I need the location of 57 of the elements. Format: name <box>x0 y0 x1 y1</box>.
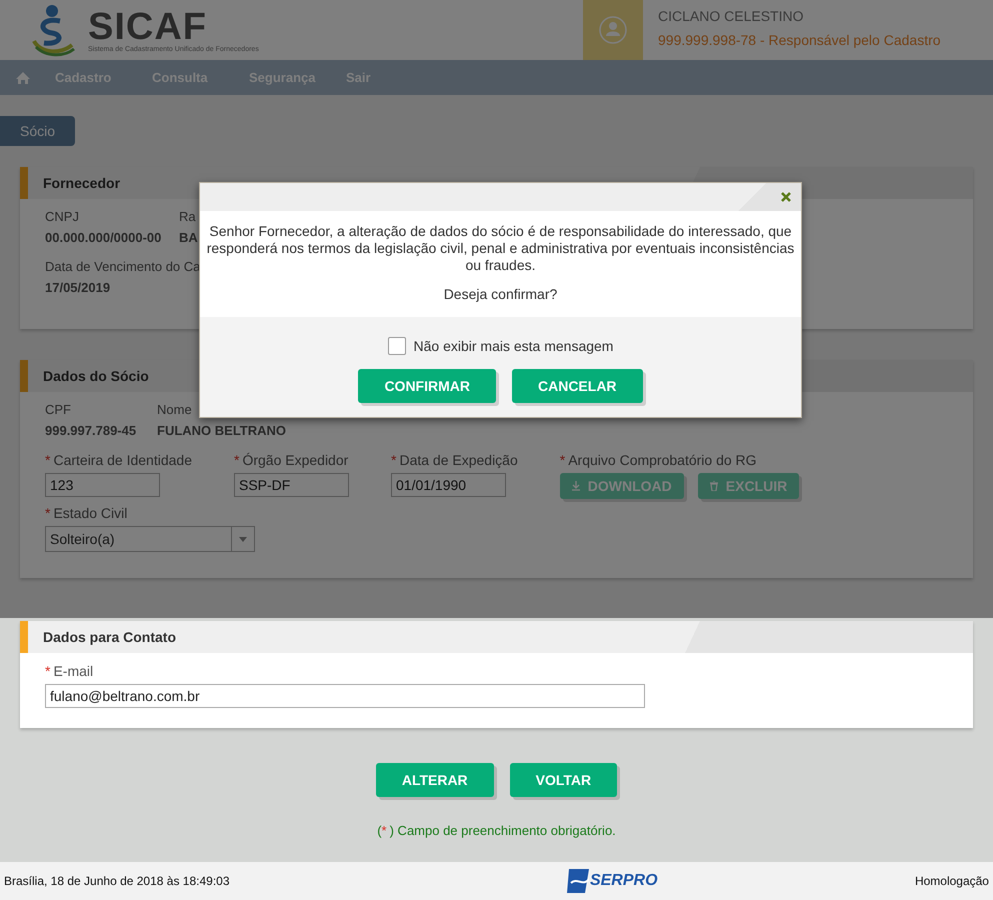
required-note: (* ) Campo de preenchimento obrigatório. <box>376 823 617 838</box>
select-field[interactable]: Solteiro(a) <box>45 526 255 552</box>
field-label: CNPJ <box>45 209 80 224</box>
action-button[interactable]: ALTERAR <box>376 763 494 797</box>
file-button[interactable]: EXCLUIR <box>698 473 800 499</box>
required-mark: * <box>45 663 50 679</box>
checkbox[interactable] <box>388 337 406 355</box>
user-cpf: 999.999.998-78 <box>658 32 756 48</box>
required-mark: * <box>560 452 566 468</box>
page-tab[interactable]: Sócio <box>0 116 76 146</box>
close-button[interactable] <box>779 190 793 204</box>
checkbox-label: Não exibir mais esta mensagem <box>414 338 614 354</box>
dialog-message: Senhor Fornecedor, a alteração de dados do sócio é de responsabilidade do interessado, que responderá nos termos da legislação civil, penal e administrativa por eventuais inconsistências ou fraudes. <box>206 223 795 274</box>
trash-icon <box>710 481 718 491</box>
field-value: 17/05/2019 <box>45 280 112 295</box>
input-field[interactable]: 123 <box>45 473 160 497</box>
field-label: E-mail <box>53 663 94 679</box>
field-value: FULANO BELTRANO <box>157 423 286 438</box>
logo-mark-icon <box>566 869 589 893</box>
footer-date: Brasília, 18 de Junho de 2018 às 18:49:03 <box>4 874 230 888</box>
logo-title: SICAF <box>88 8 207 46</box>
card-title: Dados para Contato <box>43 629 176 645</box>
required-mark: * <box>45 505 50 521</box>
input-field[interactable]: fulano@beltrano.com.br <box>45 684 645 708</box>
dialog-button[interactable]: CONFIRMAR <box>358 369 496 403</box>
field-value: 00.000.000/0000-00 <box>45 230 162 245</box>
caret-icon <box>239 536 247 542</box>
action-button[interactable]: VOLTAR <box>510 763 618 797</box>
serpro-logo: SERPRO <box>566 869 658 893</box>
field-label: Nome <box>157 402 193 417</box>
required-mark: * <box>45 452 50 468</box>
dialog-question: Deseja confirmar? <box>442 286 558 303</box>
download-icon <box>572 481 580 491</box>
user-icon <box>598 15 628 45</box>
field-label: Estado Civil <box>53 505 128 521</box>
required-mark: * <box>234 452 240 468</box>
field-label: Data de Expedição <box>399 452 518 468</box>
field-value: BA <box>179 230 198 245</box>
user-name: CICLANO CELESTINO <box>658 8 804 24</box>
card-title: Fornecedor <box>43 175 120 191</box>
card-title: Dados do Sócio <box>43 368 149 384</box>
logo-icon <box>30 3 78 57</box>
field-label: CPF <box>45 402 72 417</box>
file-button[interactable]: DOWNLOAD <box>560 473 684 499</box>
field-label: Ra <box>179 209 197 224</box>
field-value: 999.997.789-45 <box>45 423 138 438</box>
user-role: - Responsável pelo Cadastro <box>758 32 941 48</box>
footer-environment: Homologação <box>914 874 989 888</box>
field-label: Carteira de Identidade <box>53 452 192 468</box>
required-mark: * <box>391 452 396 468</box>
home-icon <box>16 71 30 84</box>
dialog-button[interactable]: CANCELAR <box>512 369 643 403</box>
field-label: Arquivo Comprobatório do RG <box>568 452 757 468</box>
close-icon <box>781 192 791 202</box>
input-field[interactable]: SSP-DF <box>234 473 349 497</box>
field-label: Órgão Expedidor <box>242 452 348 468</box>
input-field[interactable]: 01/01/1990 <box>391 473 506 497</box>
